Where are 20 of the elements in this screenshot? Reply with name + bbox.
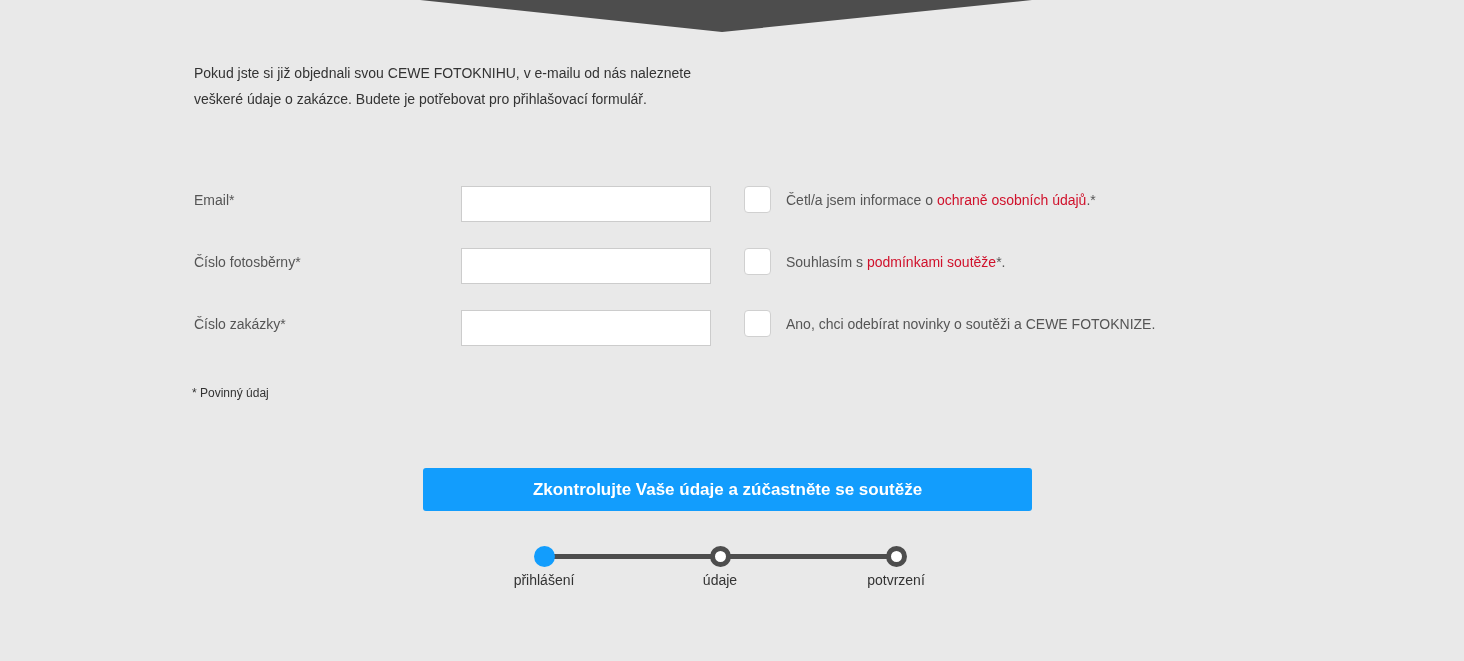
- step-label: potvrzení: [867, 572, 925, 588]
- consent-text: Ano, chci odebírat novinky o soutěži a CEWE FOTOKNIZE.: [786, 315, 1156, 332]
- consent-link[interactable]: podmínkami soutěže: [866, 254, 997, 270]
- checkbox[interactable]: [744, 186, 771, 213]
- consent-text: Souhlasím s podmínkami soutěže*.: [786, 253, 1006, 270]
- consent-text: Četl/a jsem informace o ochraně osobních údajů.*: [786, 191, 1096, 208]
- required-note: * Povinný údaj: [192, 386, 270, 400]
- submit-button[interactable]: Zkontrolujte Vaše údaje a zúčastněte se soutěže: [423, 468, 1032, 511]
- checkbox[interactable]: [744, 248, 771, 275]
- input-field[interactable]: [461, 186, 711, 222]
- field-label: Číslo zakázky*: [194, 315, 287, 332]
- step-label: údaje: [702, 572, 738, 588]
- consent-link[interactable]: ochraně osobních údajů: [936, 192, 1087, 208]
- field-label: Číslo fotosběrny*: [194, 253, 302, 270]
- input-field[interactable]: [461, 310, 711, 346]
- field-label: Email*: [194, 191, 236, 208]
- step-label: přihlášení: [513, 572, 575, 588]
- checkbox[interactable]: [744, 310, 771, 337]
- input-field[interactable]: [461, 248, 711, 284]
- intro-paragraph: Pokud jste si již objednali svou CEWE FOTOKNIHU, v e-mailu od nás naleznete veškeré údaje o zakázce. Budete je potřebovat pro přihlašovací formulář.: [194, 64, 692, 109]
